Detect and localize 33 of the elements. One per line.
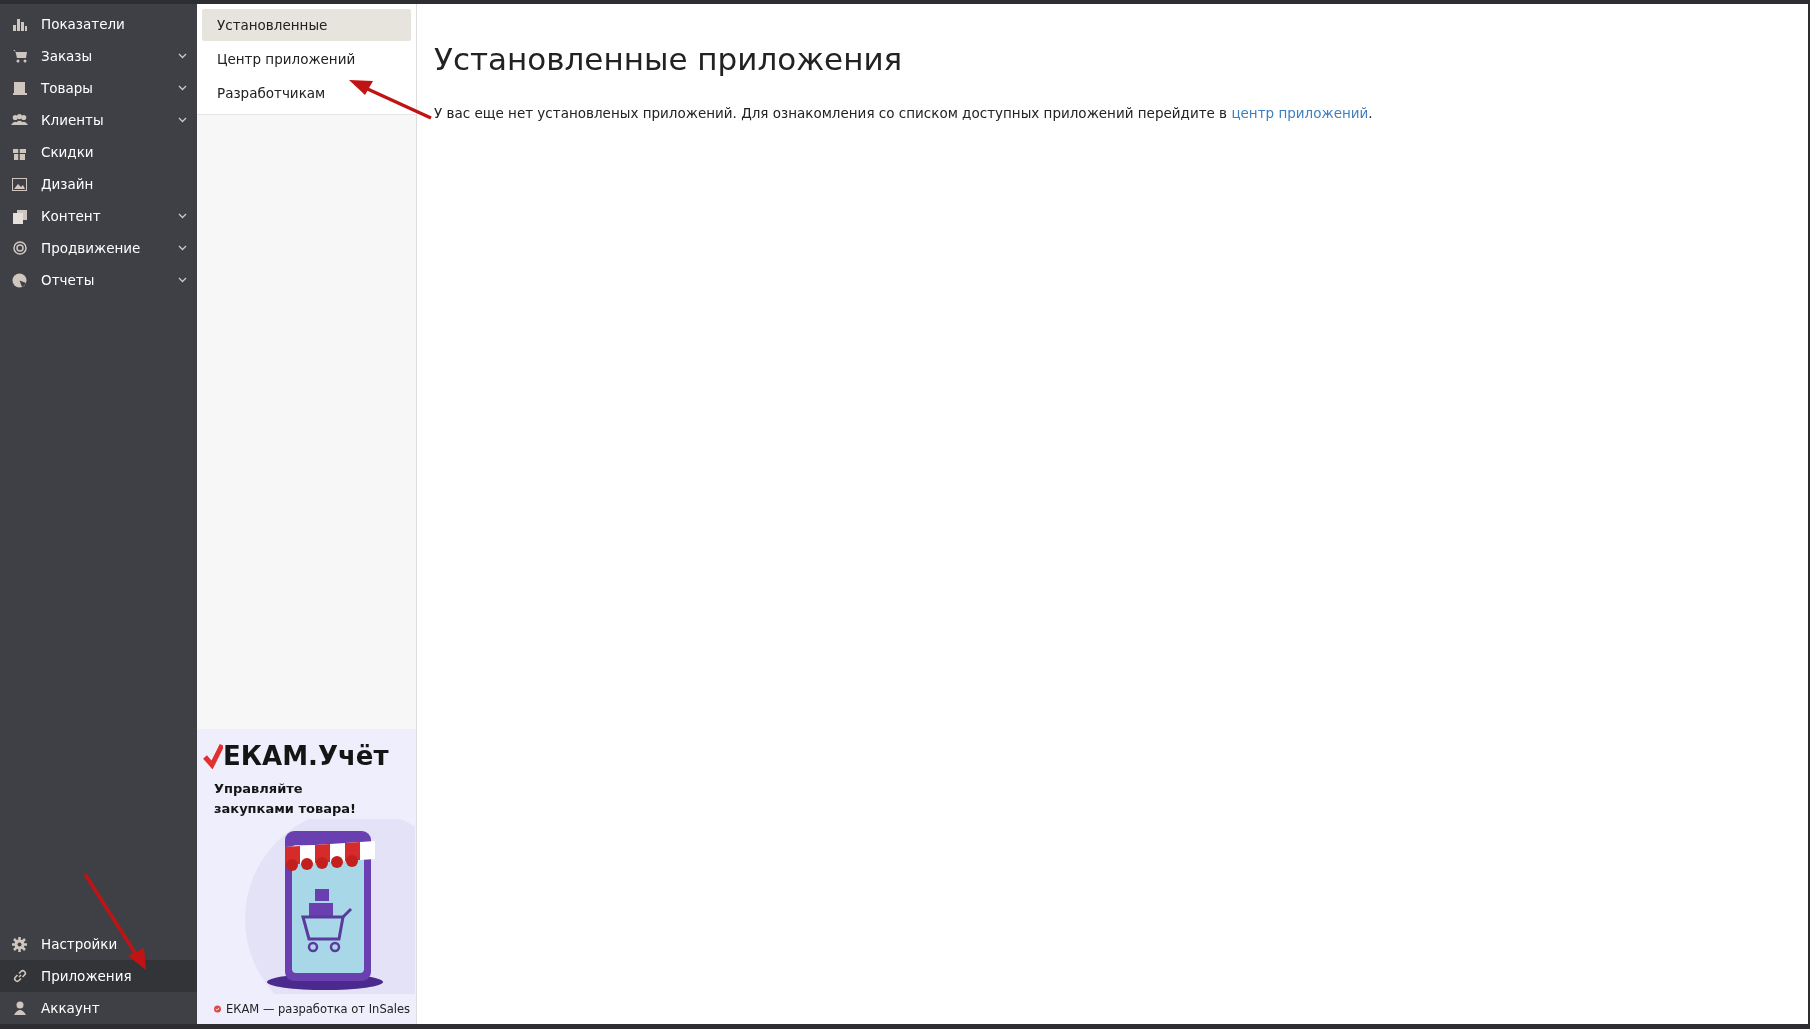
settings-icon <box>12 936 27 952</box>
banner-logo: ЕКАМ.Учёт <box>223 743 389 769</box>
sidebar-item[interactable]: Аккаунт <box>0 992 197 1024</box>
user-icon <box>12 1001 27 1015</box>
sidebar-item[interactable]: Настройки <box>0 928 197 960</box>
sidebar-item[interactable]: Клиенты <box>0 104 197 136</box>
pie-chart-icon <box>12 272 27 288</box>
check-icon <box>203 743 223 769</box>
sidebar-item[interactable]: Продвижение <box>0 232 197 264</box>
sidebar-item[interactable]: Контент <box>0 200 197 232</box>
empty-message: У вас еще нет установленых приложений. Для ознакомления со списком доступных приложений перейдите в центр приложений. <box>434 103 1374 123</box>
sidebar-item[interactable]: Товары <box>0 72 197 104</box>
target-icon <box>12 241 27 255</box>
sidebar-item[interactable]: Дизайн <box>0 168 197 200</box>
link-icon <box>12 969 27 983</box>
sidebar-item[interactable]: Приложения <box>0 960 197 992</box>
bar-chart-icon <box>11 17 28 31</box>
page-title: Установленные приложения <box>434 40 904 79</box>
sidebar-item[interactable]: Показатели <box>0 8 197 40</box>
submenu-item[interactable]: Центр приложений <box>202 43 411 75</box>
ad-banner[interactable]: ЕКАМ.Учёт Управляйте закупками товара! ЕКАМ — разработка от InSales <box>197 729 416 1024</box>
submenu-item[interactable]: Разработчикам <box>202 77 411 109</box>
people-icon <box>11 113 28 127</box>
banner-tagline: Управляйте закупками товара! <box>214 780 357 818</box>
pages-icon <box>11 208 28 224</box>
app-center-link[interactable]: центр приложений <box>1231 104 1369 121</box>
sidebar-item[interactable]: Скидки <box>0 136 197 168</box>
image-icon <box>12 177 27 191</box>
banner-footer: ЕКАМ — разработка от InSales <box>226 1000 410 1018</box>
cart-icon <box>11 49 28 63</box>
submenu-item[interactable]: Установленные <box>202 9 411 41</box>
sidebar-item[interactable]: Заказы <box>0 40 197 72</box>
sidebar-item[interactable]: Отчеты <box>0 264 197 296</box>
